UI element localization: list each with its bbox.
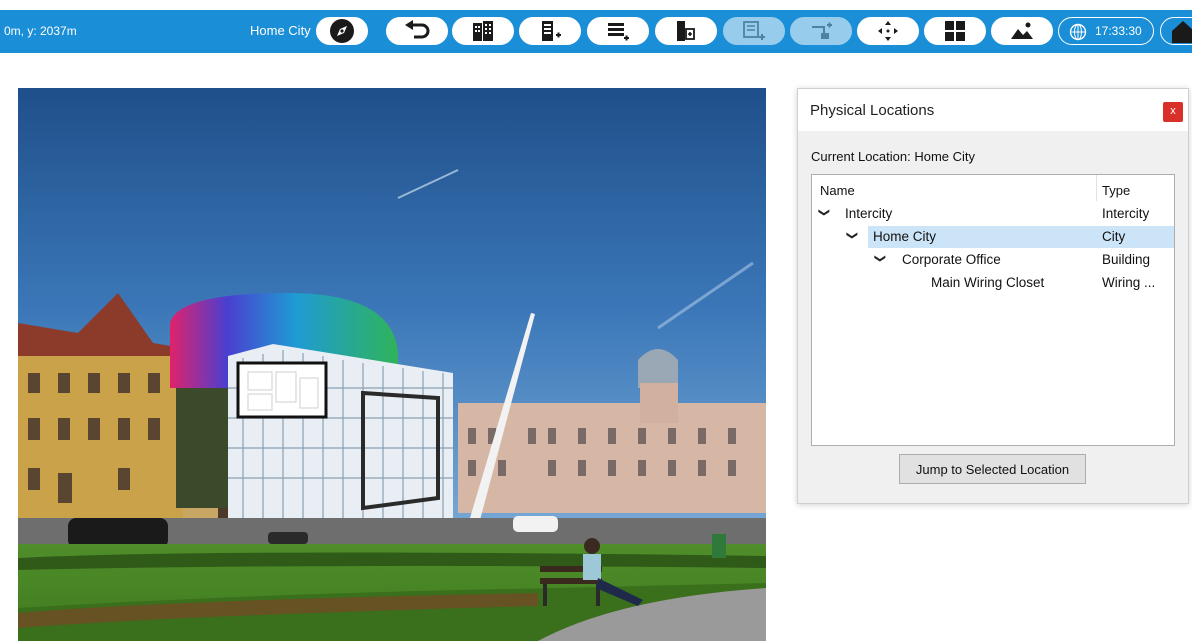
buildings-button[interactable] bbox=[452, 17, 514, 45]
tree-row-main-wiring-closet[interactable]: Main Wiring Closet Wiring ... bbox=[812, 272, 1174, 294]
compass-icon bbox=[330, 19, 354, 43]
close-button[interactable]: x bbox=[1163, 102, 1183, 122]
tree-row-home-city[interactable]: ❯ Home City City bbox=[812, 226, 1174, 248]
home-button[interactable] bbox=[1160, 17, 1192, 45]
add-rack-icon bbox=[542, 21, 561, 41]
tree-row-name: Intercity bbox=[845, 206, 893, 221]
undo-button[interactable] bbox=[386, 17, 448, 45]
add-shelf-button[interactable] bbox=[587, 17, 649, 45]
city-view-background[interactable] bbox=[18, 88, 766, 641]
move-arrows-icon bbox=[878, 21, 898, 41]
tree-row-corporate-office[interactable]: ❯ Corporate Office Building bbox=[812, 249, 1174, 271]
add-panel-button[interactable] bbox=[723, 17, 785, 45]
clock-time: 17:33:30 bbox=[1095, 24, 1142, 38]
expand-chevron-icon[interactable]: ❯ bbox=[846, 231, 859, 240]
grid-layout-button[interactable] bbox=[924, 17, 986, 45]
expand-chevron-icon[interactable]: ❯ bbox=[874, 254, 887, 263]
physical-locations-dialog: Physical Locations x Current Location: H… bbox=[797, 88, 1189, 504]
add-rack-button[interactable] bbox=[519, 17, 581, 45]
dialog-title: Physical Locations bbox=[810, 102, 935, 119]
column-header-name[interactable]: Name bbox=[820, 183, 855, 198]
add-device-icon bbox=[677, 21, 695, 41]
undo-arrow-icon bbox=[405, 20, 430, 39]
column-divider[interactable] bbox=[1096, 175, 1097, 201]
current-location-label: Home City bbox=[250, 23, 311, 38]
location-tree[interactable]: Name Type ❯ Intercity Intercity ❯ Home C… bbox=[811, 174, 1175, 446]
jump-to-selected-location-button[interactable]: Jump to Selected Location bbox=[899, 454, 1086, 484]
add-device-button[interactable] bbox=[655, 17, 717, 45]
column-header-type[interactable]: Type bbox=[1102, 183, 1130, 198]
city-photo bbox=[18, 88, 766, 641]
add-link-button[interactable] bbox=[790, 17, 852, 45]
top-toolbar: 0m, y: 2037m Home City 17:33:30 bbox=[0, 10, 1192, 53]
tree-row-type: Wiring ... bbox=[1102, 275, 1156, 290]
tree-row-name: Main Wiring Closet bbox=[931, 275, 1045, 290]
compass-button[interactable] bbox=[316, 17, 368, 45]
background-image-button[interactable] bbox=[991, 17, 1053, 45]
tree-row-name: Home City bbox=[873, 229, 937, 244]
landscape-image-icon bbox=[1011, 22, 1033, 39]
grid-layout-icon bbox=[945, 21, 965, 41]
globe-clock-icon bbox=[1069, 23, 1087, 41]
move-button[interactable] bbox=[857, 17, 919, 45]
coordinate-readout: 0m, y: 2037m bbox=[4, 24, 77, 38]
add-shelf-icon bbox=[608, 23, 629, 41]
add-link-icon-disabled bbox=[812, 22, 832, 39]
dialog-body: Current Location: Home City Name Type ❯ … bbox=[798, 131, 1188, 503]
building-icon bbox=[473, 21, 493, 41]
add-panel-icon-disabled bbox=[743, 21, 765, 40]
tree-row-name: Corporate Office bbox=[902, 252, 1001, 267]
tree-row-type: City bbox=[1102, 229, 1126, 244]
current-location-text: Current Location: Home City bbox=[811, 149, 976, 164]
tree-row-intercity[interactable]: ❯ Intercity Intercity bbox=[812, 203, 1174, 225]
clock-button[interactable]: 17:33:30 bbox=[1058, 17, 1154, 45]
home-icon bbox=[1172, 21, 1192, 43]
tree-row-type: Intercity bbox=[1102, 206, 1150, 221]
tree-row-type: Building bbox=[1102, 252, 1151, 267]
expand-chevron-icon[interactable]: ❯ bbox=[818, 208, 831, 217]
dialog-title-bar[interactable]: Physical Locations x bbox=[798, 89, 1188, 131]
